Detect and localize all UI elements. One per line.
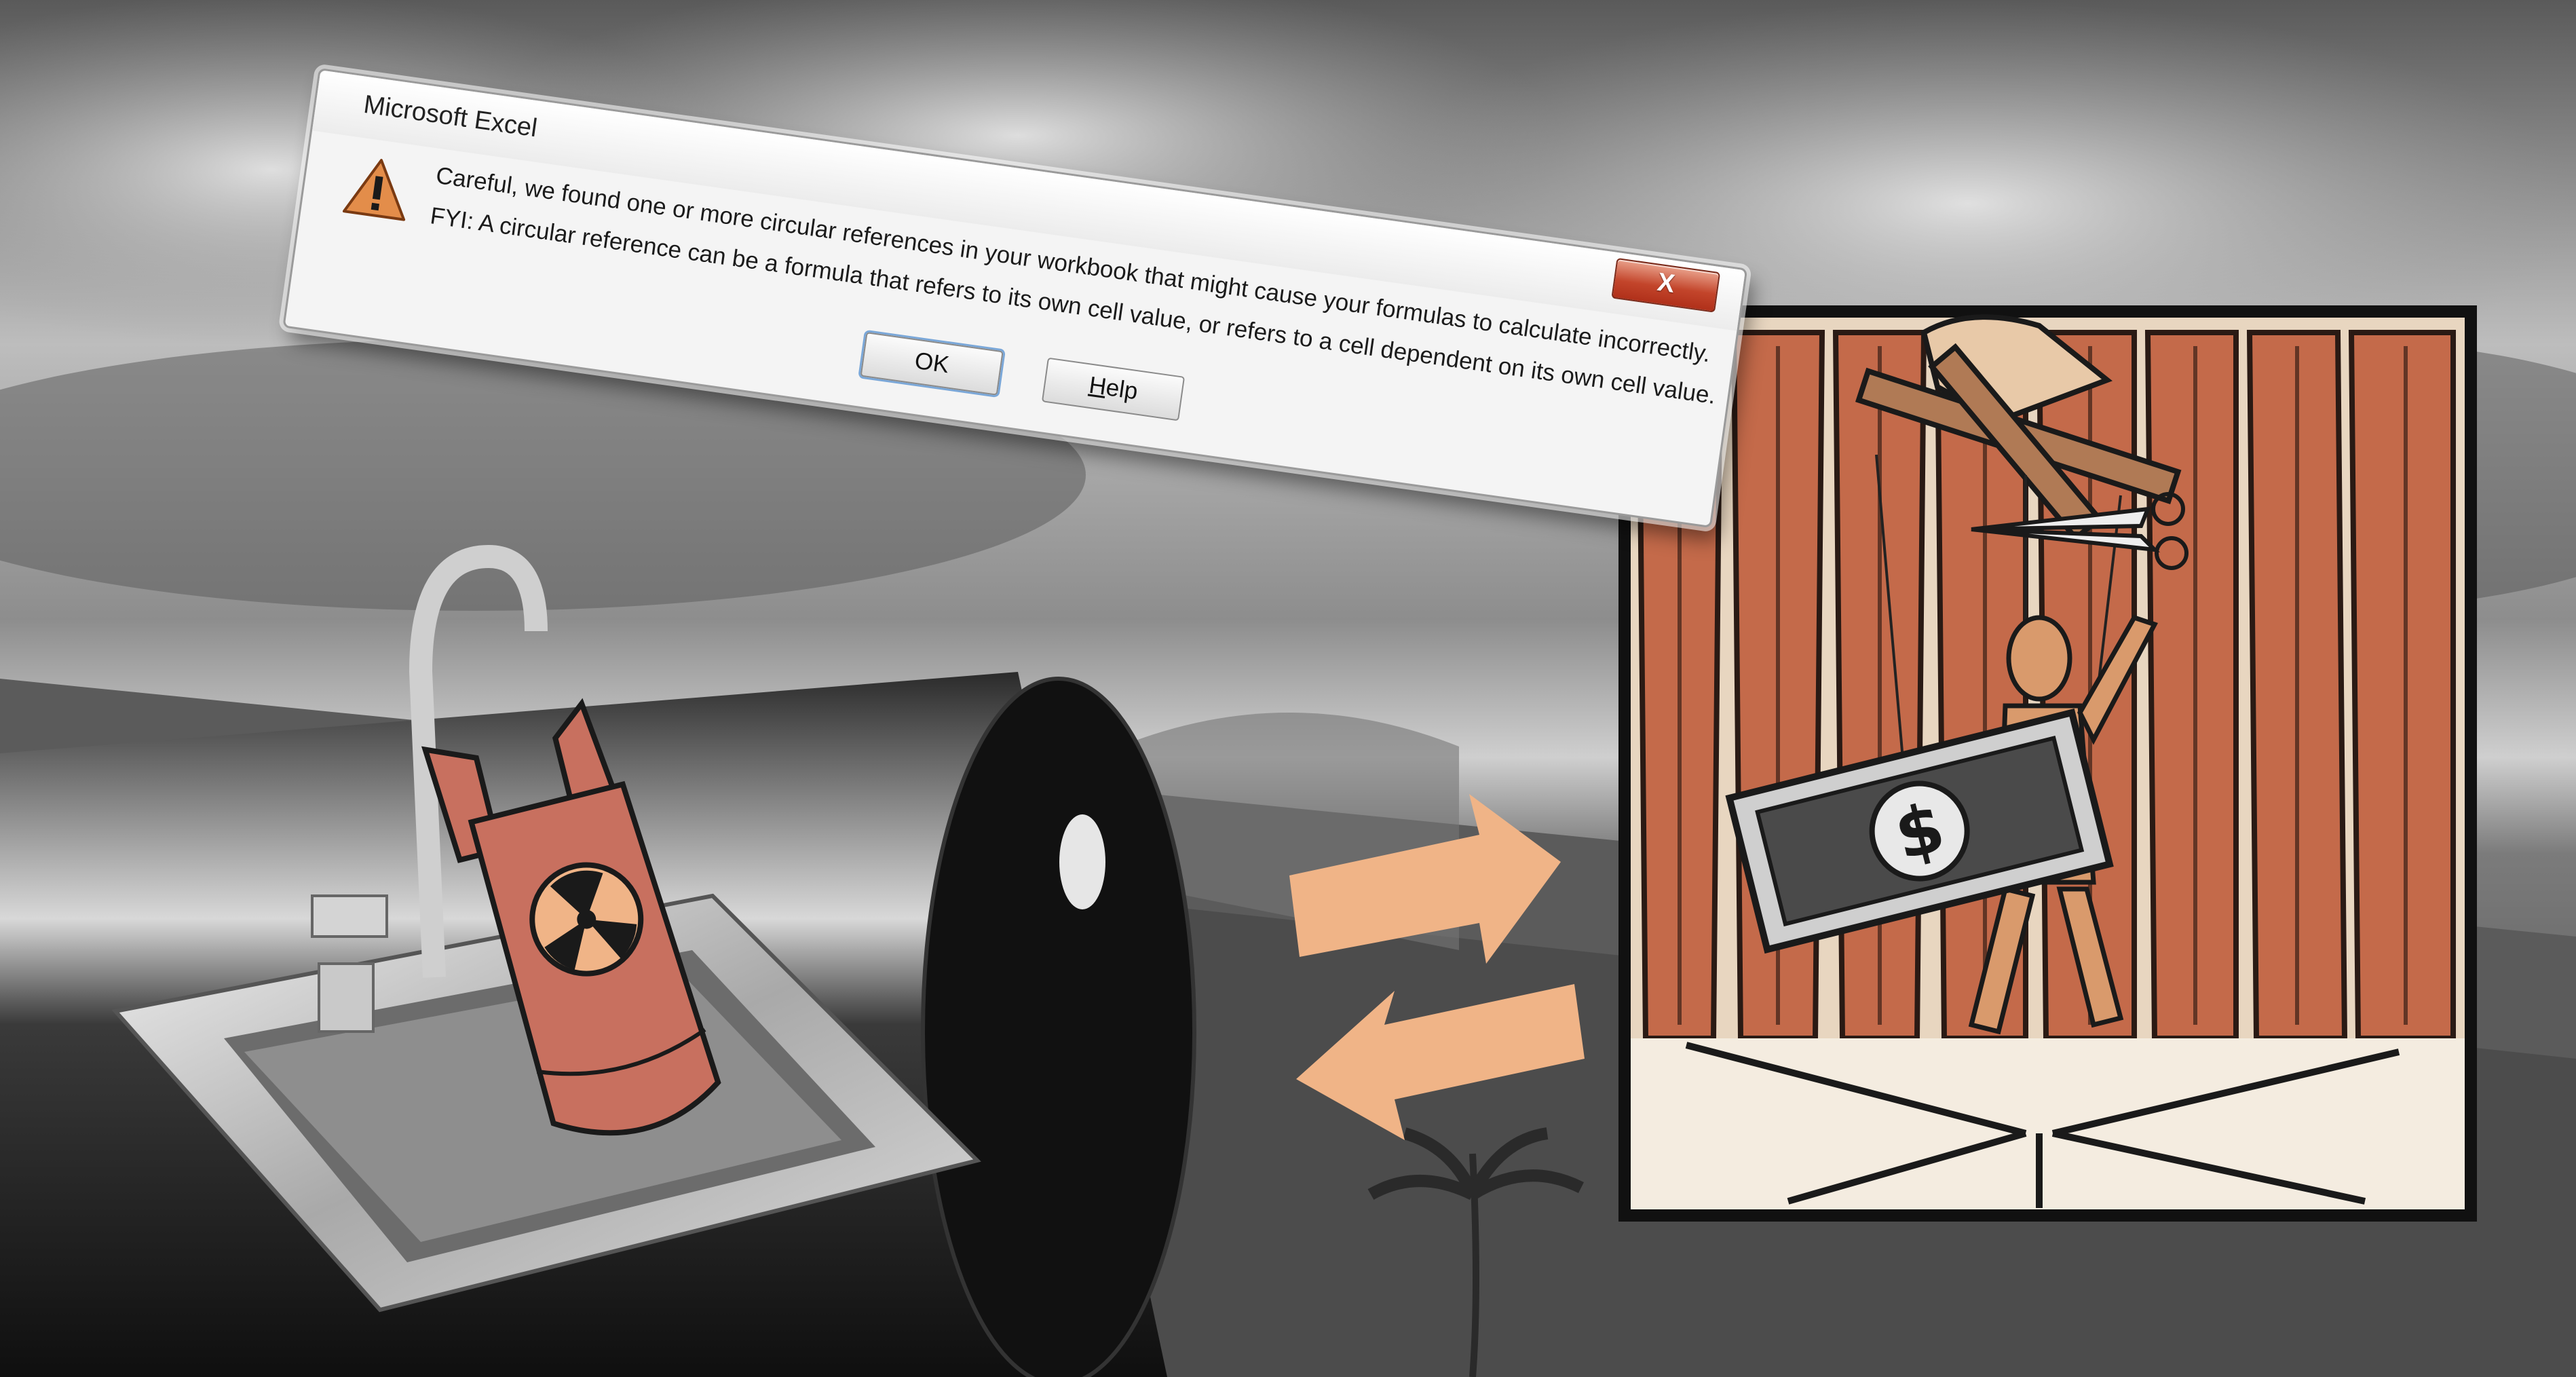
puppet-illustration: $ <box>1618 305 2477 1222</box>
swap-arrows-icon <box>1289 794 1585 1140</box>
close-icon: X <box>1655 267 1677 299</box>
sink-and-bomb-illustration <box>0 544 1196 1377</box>
collage-scene: $ Microsoft Excel X Careful, we found on… <box>0 0 2576 1377</box>
ok-button[interactable]: OK <box>860 332 1004 396</box>
dialog-title: Microsoft Excel <box>362 90 539 143</box>
help-button-label: elp <box>1104 374 1140 405</box>
help-button[interactable]: Help <box>1041 357 1186 421</box>
warning-triangle-icon <box>342 159 406 221</box>
close-button[interactable]: X <box>1611 257 1721 313</box>
